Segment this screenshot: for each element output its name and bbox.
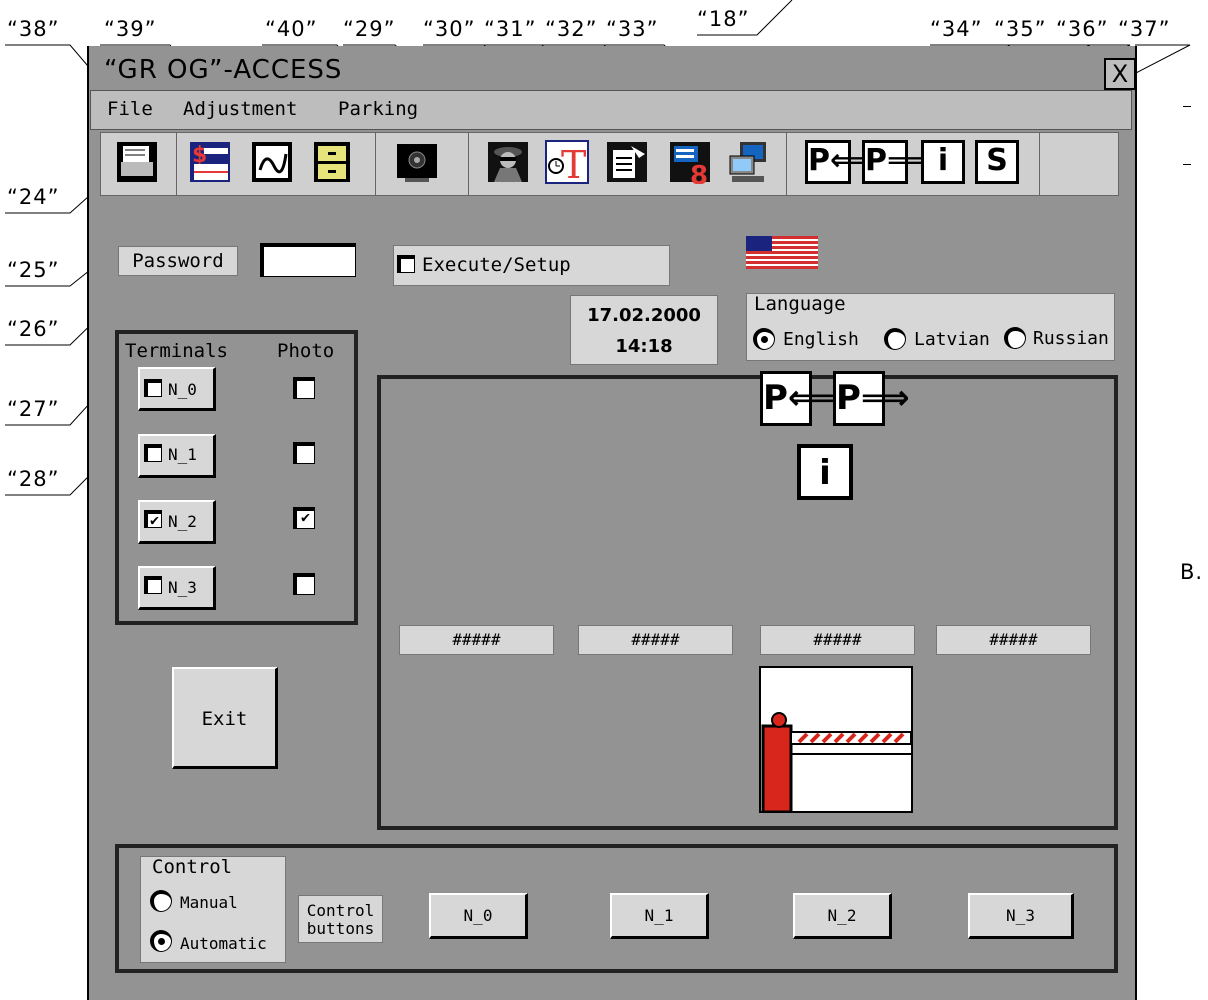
toolbar-separator xyxy=(1039,133,1040,195)
toolbar-separator xyxy=(786,133,787,195)
s-icon[interactable]: S xyxy=(975,140,1019,184)
callout-27: “27” xyxy=(7,397,60,421)
toolbar-separator xyxy=(375,133,376,195)
password-label: Password xyxy=(118,246,238,276)
terminal-checkbox-n2[interactable]: ✔ xyxy=(144,510,162,528)
control-button-n0[interactable]: N_0 xyxy=(429,893,528,939)
counter-field-3: ##### xyxy=(760,625,915,655)
svg-text:T: T xyxy=(561,143,586,184)
control-automatic-label: Automatic xyxy=(180,934,267,953)
photo-checkbox-n1[interactable] xyxy=(293,442,315,464)
callout-32: “32” xyxy=(545,17,598,41)
callout-25: “25” xyxy=(7,258,60,282)
info-icon[interactable]: i xyxy=(921,140,965,184)
menu-file[interactable]: File xyxy=(107,98,153,120)
callout-30: “30” xyxy=(423,17,476,41)
computer-network-icon[interactable] xyxy=(726,140,770,184)
control-title: Control xyxy=(152,856,233,878)
language-title: Language xyxy=(754,293,846,315)
spy-agent-icon[interactable] xyxy=(486,140,530,184)
parking-display-panel xyxy=(377,375,1118,830)
barrier-gate-icon xyxy=(759,666,913,813)
terminal-label-n3: N_3 xyxy=(168,578,197,597)
terminal-label-n0: N_0 xyxy=(168,380,197,399)
callout-39: “39” xyxy=(104,17,157,41)
side-tick xyxy=(1183,106,1191,107)
language-russian-radio[interactable] xyxy=(1004,327,1026,349)
terminal-checkbox-n1[interactable] xyxy=(144,444,162,462)
control-automatic-radio[interactable] xyxy=(150,930,172,952)
photo-checkbox-n2[interactable]: ✔ xyxy=(293,507,315,529)
photo-checkbox-n0[interactable] xyxy=(293,377,315,399)
time-schedule-icon[interactable]: T xyxy=(545,140,589,184)
toolbar-separator xyxy=(176,133,177,195)
parking-exit-indicator: P⟹ xyxy=(833,371,910,426)
counter-icon[interactable]: 8 xyxy=(668,140,712,184)
callout-18: “18” xyxy=(697,7,750,31)
photo-checkbox-n3[interactable] xyxy=(293,573,315,595)
side-tick xyxy=(1183,164,1191,165)
parking-exit-icon[interactable]: P⟹ xyxy=(862,140,930,184)
window-title: “GR OG”-ACCESS xyxy=(104,55,343,85)
cash-register-icon[interactable]: $ xyxy=(188,140,232,184)
svg-text:8: 8 xyxy=(690,161,708,184)
control-manual-radio[interactable] xyxy=(150,890,172,912)
language-latvian-radio[interactable] xyxy=(884,328,906,350)
filing-cabinet-icon[interactable] xyxy=(310,140,354,184)
terminals-header: Terminals xyxy=(125,340,228,362)
callout-33: “33” xyxy=(606,17,659,41)
parking-entry-icon[interactable]: P⟸ xyxy=(805,140,873,184)
counter-field-2: ##### xyxy=(578,625,733,655)
toolbar-separator xyxy=(468,133,469,195)
callout-31: “31” xyxy=(484,17,537,41)
control-button-n2[interactable]: N_2 xyxy=(793,893,892,939)
language-latvian-label: Latvian xyxy=(914,329,990,350)
language-english-label: English xyxy=(783,329,859,350)
time-text: 14:18 xyxy=(615,336,673,357)
callout-35: “35” xyxy=(994,17,1047,41)
callout-28: “28” xyxy=(7,467,60,491)
execute-setup-checkbox[interactable] xyxy=(397,255,415,273)
language-russian-label: Russian xyxy=(1033,328,1109,349)
callout-29: “29” xyxy=(343,17,396,41)
counter-field-1: ##### xyxy=(399,625,554,655)
language-english-radio[interactable] xyxy=(753,328,775,350)
control-buttons-label: Control buttons xyxy=(298,895,383,943)
terminal-checkbox-n3[interactable] xyxy=(144,576,162,594)
control-button-n3[interactable]: N_3 xyxy=(968,893,1074,939)
side-label-b: B. xyxy=(1180,560,1204,584)
terminal-label-n2: N_2 xyxy=(168,512,197,531)
menu-parking[interactable]: Parking xyxy=(338,98,418,120)
callout-37: “37” xyxy=(1118,17,1171,41)
camera-icon[interactable] xyxy=(395,140,439,184)
exit-button[interactable]: Exit xyxy=(172,667,278,769)
callout-38: “38” xyxy=(7,17,60,41)
close-button[interactable]: X xyxy=(1104,58,1136,90)
callout-34: “34” xyxy=(930,17,983,41)
info-indicator: i xyxy=(797,444,853,500)
callout-24: “24” xyxy=(7,185,60,209)
us-flag-icon xyxy=(746,236,818,269)
printer-icon[interactable] xyxy=(115,140,159,184)
terminal-label-n1: N_1 xyxy=(168,445,197,464)
parking-entry-indicator: P⟸ xyxy=(760,371,837,426)
callout-26: “26” xyxy=(7,317,60,341)
photo-header: Photo xyxy=(277,340,335,362)
terminal-checkbox-n0[interactable] xyxy=(144,379,162,397)
counter-field-4: ##### xyxy=(936,625,1091,655)
password-field[interactable] xyxy=(260,243,356,277)
control-button-n1[interactable]: N_1 xyxy=(610,893,709,939)
date-text: 17.02.2000 xyxy=(587,305,701,326)
control-manual-label: Manual xyxy=(180,893,238,912)
document-edit-icon[interactable] xyxy=(605,140,649,184)
execute-setup-label: Execute/Setup xyxy=(422,254,571,276)
menu-adjustment[interactable]: Adjustment xyxy=(183,98,297,120)
signature-icon[interactable] xyxy=(250,140,294,184)
callout-36: “36” xyxy=(1056,17,1109,41)
callout-40: “40” xyxy=(265,17,318,41)
